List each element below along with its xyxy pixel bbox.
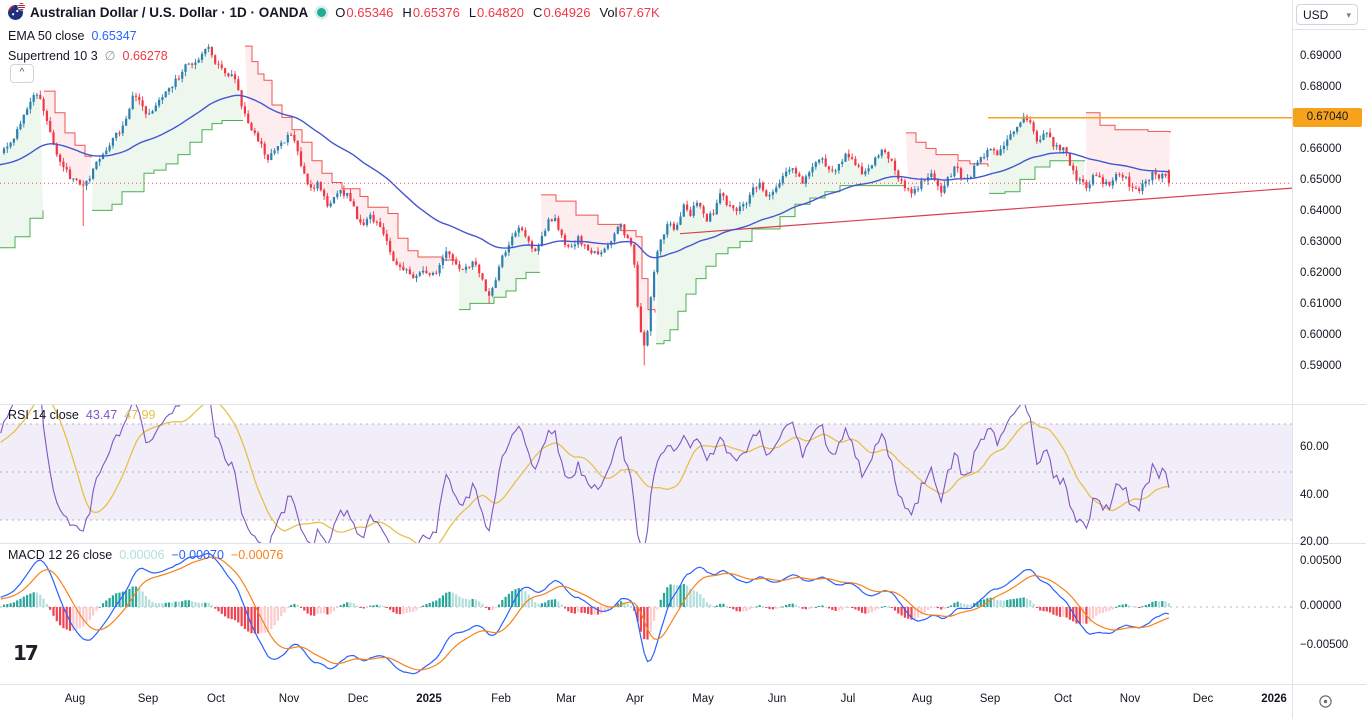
open-value: 0.65346 bbox=[346, 5, 393, 20]
macd-tick-label: 0.00000 bbox=[1300, 600, 1342, 612]
month-label: Aug bbox=[65, 693, 85, 705]
month-label: 2026 bbox=[1261, 693, 1287, 705]
price-tick-label: 0.59000 bbox=[1300, 360, 1342, 372]
high-value: 0.65376 bbox=[413, 5, 460, 20]
macd-tick-label: 0.00500 bbox=[1300, 555, 1342, 567]
price-tick-label: 0.62000 bbox=[1300, 267, 1342, 279]
tradingview-logo[interactable]: 17 bbox=[13, 641, 37, 665]
price-tick-label: 0.63000 bbox=[1300, 236, 1342, 248]
market-status-icon[interactable] bbox=[317, 8, 326, 17]
volume-label: Vol bbox=[599, 5, 617, 20]
price-tick-label: 0.66000 bbox=[1300, 143, 1342, 155]
month-label: Sep bbox=[138, 693, 158, 705]
month-label: Mar bbox=[556, 693, 576, 705]
supertrend-value: 0.66278 bbox=[123, 49, 168, 63]
ema-label: EMA 50 close bbox=[8, 29, 84, 43]
rsi-tick-label: 40.00 bbox=[1300, 489, 1329, 501]
close-value: 0.64926 bbox=[543, 5, 590, 20]
macd-tick-label: −0.00500 bbox=[1300, 639, 1348, 651]
month-label: Dec bbox=[1193, 693, 1213, 705]
low-value: 0.64820 bbox=[477, 5, 524, 20]
month-label: Nov bbox=[279, 693, 299, 705]
rsi-ma-value: 47.99 bbox=[124, 408, 155, 422]
currency-pair-icon bbox=[8, 5, 23, 20]
ohlc-values: O0.65346 H0.65376 L0.64820 C0.64926 Vol6… bbox=[335, 5, 659, 20]
month-label: Nov bbox=[1120, 693, 1140, 705]
time-axis[interactable]: Aug Sep Oct Nov Dec 2025 Feb Mar Apr May Jun Jul Aug… bbox=[0, 685, 1292, 719]
symbol-title: Australian Dollar / U.S. Dollar · 1D · O… bbox=[30, 5, 308, 20]
panel-separator[interactable] bbox=[0, 543, 1366, 544]
legend-rsi[interactable]: RSI 14 close 43.47 47.99 bbox=[8, 408, 155, 422]
chart-canvas[interactable] bbox=[0, 0, 1366, 719]
low-label: L bbox=[469, 5, 476, 20]
resistance-price-tag: 0.67040 bbox=[1293, 108, 1362, 127]
close-label: C bbox=[533, 5, 542, 20]
rsi-tick-label: 20.00 bbox=[1300, 536, 1329, 548]
currency-dropdown[interactable]: USD ▾ bbox=[1296, 4, 1358, 25]
rsi-value: 43.47 bbox=[86, 408, 117, 422]
macd-hist-value: 0.00006 bbox=[119, 548, 164, 562]
price-tick-label: 0.68000 bbox=[1300, 81, 1342, 93]
supertrend-label: Supertrend 10 3 bbox=[8, 49, 98, 63]
price-tick-label: 0.64000 bbox=[1300, 205, 1342, 217]
macd-signal-value: −0.00076 bbox=[231, 548, 283, 562]
price-tick-label: 0.65000 bbox=[1300, 174, 1342, 186]
month-label: Feb bbox=[491, 693, 511, 705]
macd-line-value: −0.00070 bbox=[171, 548, 223, 562]
price-tick-label: 0.61000 bbox=[1300, 298, 1342, 310]
legend-ema[interactable]: EMA 50 close 0.65347 bbox=[8, 29, 137, 43]
chart-app: Australian Dollar / U.S. Dollar · 1D · O… bbox=[0, 0, 1366, 719]
rsi-tick-label: 60.00 bbox=[1300, 441, 1329, 453]
ema-value: 0.65347 bbox=[91, 29, 136, 43]
volume-value: 67.67K bbox=[619, 5, 660, 20]
high-label: H bbox=[402, 5, 411, 20]
legend-macd[interactable]: MACD 12 26 close 0.00006 −0.00070 −0.000… bbox=[8, 548, 283, 562]
month-label: Jul bbox=[841, 693, 856, 705]
month-label: Jun bbox=[768, 693, 787, 705]
panel-separator[interactable] bbox=[0, 404, 1366, 405]
month-label: Oct bbox=[207, 693, 225, 705]
axis-subseparator bbox=[1292, 29, 1366, 30]
month-label: Oct bbox=[1054, 693, 1072, 705]
month-label: Apr bbox=[626, 693, 644, 705]
rsi-label: RSI 14 close bbox=[8, 408, 79, 422]
chevron-up-icon: ^ bbox=[20, 67, 25, 78]
chevron-down-icon: ▾ bbox=[1346, 5, 1351, 25]
month-label: May bbox=[692, 693, 714, 705]
macd-label: MACD 12 26 close bbox=[8, 548, 112, 562]
legend-supertrend[interactable]: Supertrend 10 3 ∅ 0.66278 bbox=[8, 48, 168, 63]
price-tick-label: 0.60000 bbox=[1300, 329, 1342, 341]
month-label: Dec bbox=[348, 693, 368, 705]
diameter-icon: ∅ bbox=[105, 48, 116, 63]
timezone-settings-icon[interactable] bbox=[1318, 694, 1333, 709]
currency-dropdown-value: USD bbox=[1303, 5, 1328, 25]
month-label: 2025 bbox=[416, 693, 442, 705]
month-label: Sep bbox=[980, 693, 1000, 705]
symbol-header[interactable]: Australian Dollar / U.S. Dollar · 1D · O… bbox=[8, 5, 660, 20]
open-label: O bbox=[335, 5, 345, 20]
month-label: Aug bbox=[912, 693, 932, 705]
price-tick-label: 0.69000 bbox=[1300, 50, 1342, 62]
collapse-legend-button[interactable]: ^ bbox=[10, 64, 34, 83]
